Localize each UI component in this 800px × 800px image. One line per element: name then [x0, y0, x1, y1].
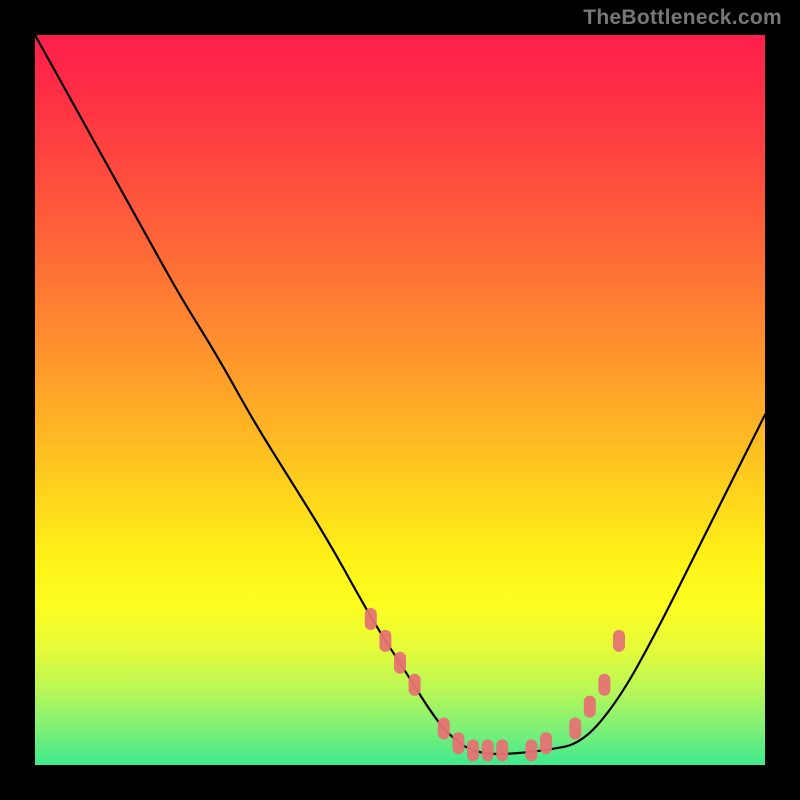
marker-dot — [482, 739, 494, 761]
watermark-text: TheBottleneck.com — [583, 6, 782, 30]
marker-dot — [496, 739, 508, 761]
marker-dot — [379, 630, 391, 652]
marker-dot — [584, 696, 596, 718]
marker-dot — [540, 732, 552, 754]
marker-dot — [438, 718, 450, 740]
marker-dot — [409, 674, 421, 696]
curve-layer — [35, 35, 765, 765]
plot-area — [35, 35, 765, 765]
chart-stage: TheBottleneck.com — [0, 0, 800, 800]
marker-dot — [365, 608, 377, 630]
highlight-markers — [365, 608, 625, 761]
marker-dot — [569, 718, 581, 740]
marker-dot — [598, 674, 610, 696]
marker-dot — [467, 739, 479, 761]
marker-dot — [452, 732, 464, 754]
marker-dot — [394, 652, 406, 674]
marker-dot — [525, 739, 537, 761]
bottleneck-curve — [35, 35, 765, 754]
marker-dot — [613, 630, 625, 652]
